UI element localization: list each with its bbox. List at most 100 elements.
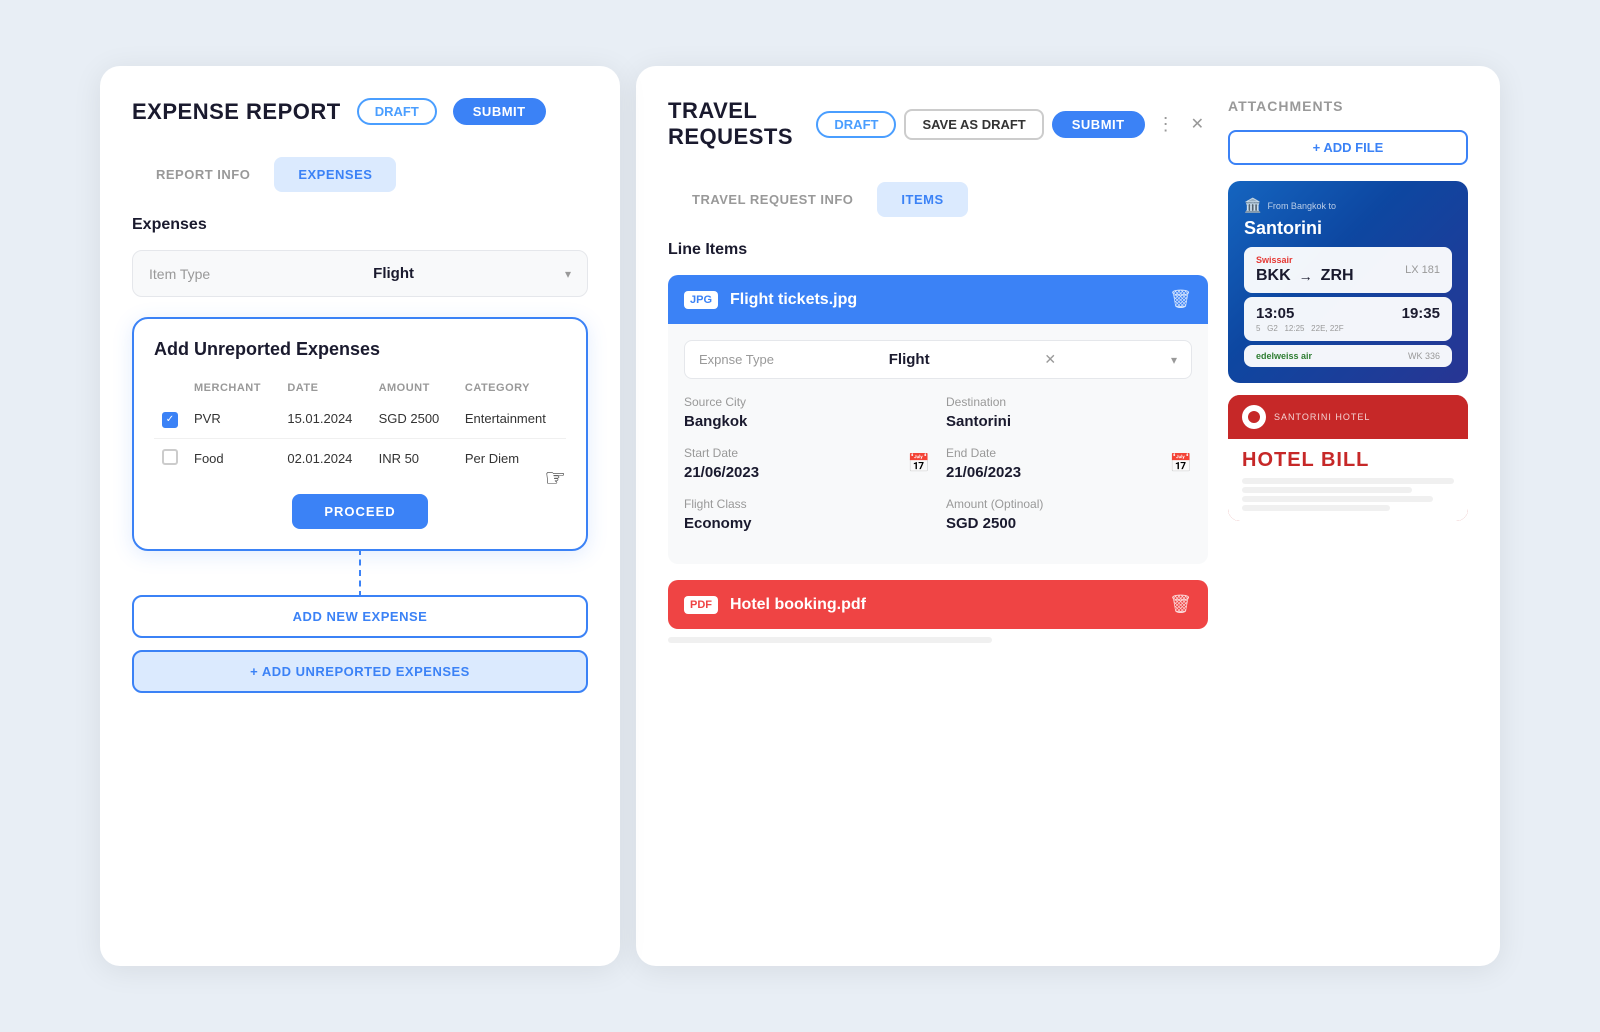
proceed-button[interactable]: PROCEED bbox=[292, 494, 427, 529]
expense-type-row: Expnse Type Flight ✕ ▾ bbox=[684, 340, 1192, 379]
flight-class-label: Flight Class bbox=[684, 497, 930, 511]
destination-label: Destination bbox=[946, 395, 1192, 409]
hotel-bill-title: HOTEL BILL bbox=[1242, 449, 1454, 472]
flight-route: BKK → ZRH bbox=[1256, 267, 1354, 285]
end-date-value: 21/06/2023 bbox=[946, 464, 1021, 481]
travel-requests-title: TRAVEL REQUESTS bbox=[668, 98, 800, 150]
line-items-title: Line Items bbox=[668, 241, 1208, 259]
flight-form: Expnse Type Flight ✕ ▾ Source City Bangk… bbox=[668, 324, 1208, 564]
to-code: ZRH bbox=[1321, 267, 1354, 285]
tab-report-info[interactable]: REPORT INFO bbox=[132, 157, 274, 192]
expense-type-label: Expnse Type bbox=[699, 352, 774, 367]
bill-line-2 bbox=[1242, 487, 1412, 493]
merchant-food: Food bbox=[186, 438, 279, 478]
expense-type-chevron: ▾ bbox=[1171, 353, 1177, 367]
checkbox-pvr[interactable] bbox=[162, 412, 178, 428]
tab-items[interactable]: ITEMS bbox=[877, 182, 967, 217]
from-code: BKK bbox=[1256, 267, 1291, 285]
submit-button-left[interactable]: SUBMIT bbox=[453, 98, 546, 125]
submit-button-right[interactable]: SUBMIT bbox=[1052, 111, 1145, 138]
draft-badge-left[interactable]: DRAFT bbox=[357, 98, 437, 125]
add-file-button[interactable]: + ADD FILE bbox=[1228, 130, 1468, 165]
start-calendar-icon[interactable]: 📅 bbox=[908, 453, 930, 474]
expense-report-title: EXPENSE REPORT bbox=[132, 99, 341, 125]
checkbox-food[interactable] bbox=[162, 449, 178, 465]
merchant-pvr: PVR bbox=[186, 400, 279, 438]
amount-field: Amount (Optinoal) SGD 2500 bbox=[946, 497, 1192, 532]
airline-info: Swissair BKK → ZRH bbox=[1256, 255, 1354, 285]
start-date-field: Start Date 21/06/2023 📅 bbox=[684, 446, 930, 481]
source-city-field: Source City Bangkok bbox=[684, 395, 930, 430]
source-city-value: Bangkok bbox=[684, 413, 930, 430]
airline-name: Swissair bbox=[1256, 255, 1354, 265]
more-options-icon[interactable]: ⋮ bbox=[1153, 110, 1179, 139]
right-main-content: TRAVEL REQUESTS DRAFT SAVE AS DRAFT SUBM… bbox=[668, 98, 1208, 934]
expense-table: MERCHANT DATE AMOUNT CATEGORY PVR 15.01.… bbox=[154, 376, 566, 478]
table-row: Food 02.01.2024 INR 50 Per Diem bbox=[154, 438, 566, 478]
edelweiss-name: edelweiss air bbox=[1256, 351, 1312, 361]
source-city-label: Source City bbox=[684, 395, 930, 409]
item-type-row[interactable]: Item Type Flight ▾ bbox=[132, 250, 588, 297]
tab-expenses[interactable]: EXPENSES bbox=[274, 157, 396, 192]
pdf-badge: PDF bbox=[684, 596, 718, 614]
amount-value: SGD 2500 bbox=[946, 515, 1192, 532]
right-tabs: TRAVEL REQUEST INFO ITEMS bbox=[668, 182, 1208, 217]
delete-hotel-icon[interactable]: 🗑 bbox=[1169, 594, 1192, 615]
santorini-from: 🏛️ From Bangkok to bbox=[1244, 197, 1452, 214]
class-amount-row: Flight Class Economy Amount (Optinoal) S… bbox=[684, 497, 1192, 532]
jpg-badge: JPG bbox=[684, 291, 718, 309]
header-actions: DRAFT SAVE AS DRAFT SUBMIT ⋮ ✕ bbox=[816, 109, 1208, 140]
end-calendar-icon[interactable]: 📅 bbox=[1170, 453, 1192, 474]
scroll-indicator bbox=[668, 637, 992, 643]
unreported-title: Add Unreported Expenses bbox=[154, 339, 566, 360]
flight-number: LX 181 bbox=[1405, 264, 1440, 276]
hotel-card-header: SANTORINI HOTEL bbox=[1228, 395, 1468, 439]
source-destination-row: Source City Bangkok Destination Santorin… bbox=[684, 395, 1192, 430]
end-date-field: End Date 21/06/2023 📅 bbox=[946, 446, 1192, 481]
swissair-row: Swissair BKK → ZRH LX 181 bbox=[1244, 247, 1452, 293]
edelweiss-row: edelweiss air WK 336 bbox=[1244, 345, 1452, 367]
chevron-down-icon: ▾ bbox=[565, 267, 571, 281]
date-pvr: 15.01.2024 bbox=[279, 400, 370, 438]
attachments-title: ATTACHMENTS bbox=[1228, 98, 1468, 114]
left-header: EXPENSE REPORT DRAFT SUBMIT bbox=[132, 98, 588, 125]
col-date: DATE bbox=[279, 376, 370, 400]
destination-value: Santorini bbox=[946, 413, 1192, 430]
flight-file-name: Flight tickets.jpg bbox=[730, 291, 1157, 309]
add-unreported-expenses-button[interactable]: + ADD UNREPORTED EXPENSES bbox=[132, 650, 588, 693]
hotel-card-body: HOTEL BILL bbox=[1228, 439, 1468, 521]
hotel-name: SANTORINI HOTEL bbox=[1274, 412, 1370, 422]
item-type-value: Flight bbox=[373, 265, 414, 282]
terminal-info: 5 G2 12:25 22E, 22F bbox=[1256, 324, 1344, 333]
col-category: CATEGORY bbox=[457, 376, 566, 400]
add-new-expense-button[interactable]: ADD NEW EXPENSE bbox=[132, 595, 588, 638]
hotel-file-name: Hotel booking.pdf bbox=[730, 596, 1157, 614]
santorini-headline: Santorini bbox=[1244, 218, 1452, 239]
unreported-expenses-box: Add Unreported Expenses MERCHANT DATE AM… bbox=[132, 317, 588, 551]
flight-arrow-icon: → bbox=[1299, 268, 1313, 284]
hotel-file-header: PDF Hotel booking.pdf 🗑 bbox=[668, 580, 1208, 629]
travel-requests-panel: TRAVEL REQUESTS DRAFT SAVE AS DRAFT SUBM… bbox=[636, 66, 1500, 966]
from-label: From Bangkok to bbox=[1267, 201, 1336, 211]
amount-label: Amount (Optinoal) bbox=[946, 497, 1192, 511]
dates-row: Start Date 21/06/2023 📅 End Date 21/06/2… bbox=[684, 446, 1192, 481]
delete-flight-icon[interactable]: 🗑 bbox=[1169, 289, 1192, 310]
flight-ticket-item: JPG Flight tickets.jpg 🗑 Expnse Type Fli… bbox=[668, 275, 1208, 564]
edelweiss-flight: WK 336 bbox=[1408, 351, 1440, 361]
start-date-value: 21/06/2023 bbox=[684, 464, 759, 481]
save-draft-button[interactable]: SAVE AS DRAFT bbox=[904, 109, 1043, 140]
clear-expense-type-icon[interactable]: ✕ bbox=[1044, 351, 1056, 368]
connector-line bbox=[359, 549, 361, 597]
expense-report-panel: EXPENSE REPORT DRAFT SUBMIT REPORT INFO … bbox=[100, 66, 620, 966]
bill-line-1 bbox=[1242, 478, 1454, 484]
table-row: PVR 15.01.2024 SGD 2500 Entertainment bbox=[154, 400, 566, 438]
depart-time: 13:05 bbox=[1256, 305, 1294, 322]
cursor-icon: ☞ bbox=[544, 464, 566, 493]
destination-field: Destination Santorini bbox=[946, 395, 1192, 430]
tab-travel-request-info[interactable]: TRAVEL REQUEST INFO bbox=[668, 182, 877, 217]
main-container: EXPENSE REPORT DRAFT SUBMIT REPORT INFO … bbox=[100, 66, 1500, 966]
arrive-time: 19:35 bbox=[1402, 305, 1440, 322]
close-icon[interactable]: ✕ bbox=[1187, 110, 1208, 138]
draft-badge-right[interactable]: DRAFT bbox=[816, 111, 896, 138]
col-merchant: MERCHANT bbox=[186, 376, 279, 400]
